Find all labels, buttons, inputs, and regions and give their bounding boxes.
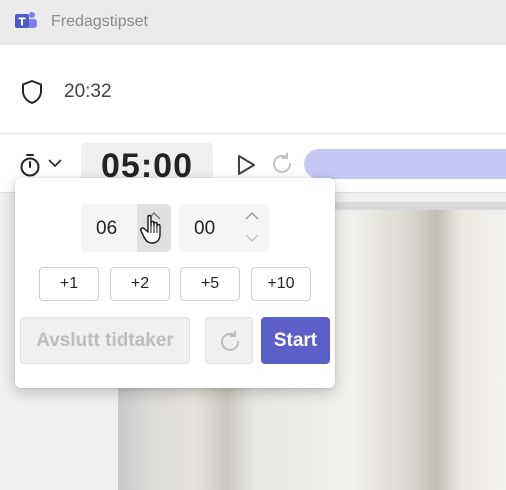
teams-icon bbox=[15, 12, 37, 28]
end-timer-button[interactable]: Avslutt tidtaker bbox=[20, 317, 190, 364]
shield-icon[interactable] bbox=[20, 79, 44, 105]
minutes-spin-buttons[interactable] bbox=[235, 204, 269, 252]
reset-icon bbox=[221, 330, 239, 351]
timer-progress-bar bbox=[304, 149, 506, 179]
timer-settings-popover: 06 00 +1 +2 +5 +10 Avslutt tidtaker Star… bbox=[15, 178, 335, 388]
title-bar: Fredagstipset bbox=[0, 0, 506, 44]
chevron-down-icon[interactable] bbox=[244, 232, 260, 244]
chevron-up-icon[interactable] bbox=[244, 210, 260, 222]
chevron-down-icon[interactable] bbox=[47, 157, 63, 169]
hand-cursor-icon bbox=[140, 214, 161, 244]
timer-icon[interactable] bbox=[18, 152, 42, 178]
window-title: Fredagstipset bbox=[51, 13, 148, 30]
meeting-time: 20:32 bbox=[64, 81, 112, 102]
play-icon[interactable] bbox=[234, 152, 258, 178]
hours-value[interactable]: 06 bbox=[96, 218, 117, 240]
reset-icon[interactable] bbox=[269, 151, 295, 177]
start-timer-button[interactable]: Start bbox=[261, 317, 330, 364]
add-1-minute-button[interactable]: +1 bbox=[39, 267, 99, 301]
meeting-info-bar: 20:32 bbox=[0, 45, 506, 134]
add-5-minutes-button[interactable]: +5 bbox=[180, 267, 240, 301]
add-2-minutes-button[interactable]: +2 bbox=[110, 267, 170, 301]
minutes-value[interactable]: 00 bbox=[194, 218, 215, 240]
minutes-spinner[interactable]: 00 bbox=[179, 204, 269, 252]
reset-timer-button[interactable] bbox=[205, 317, 253, 364]
add-10-minutes-button[interactable]: +10 bbox=[251, 267, 311, 301]
